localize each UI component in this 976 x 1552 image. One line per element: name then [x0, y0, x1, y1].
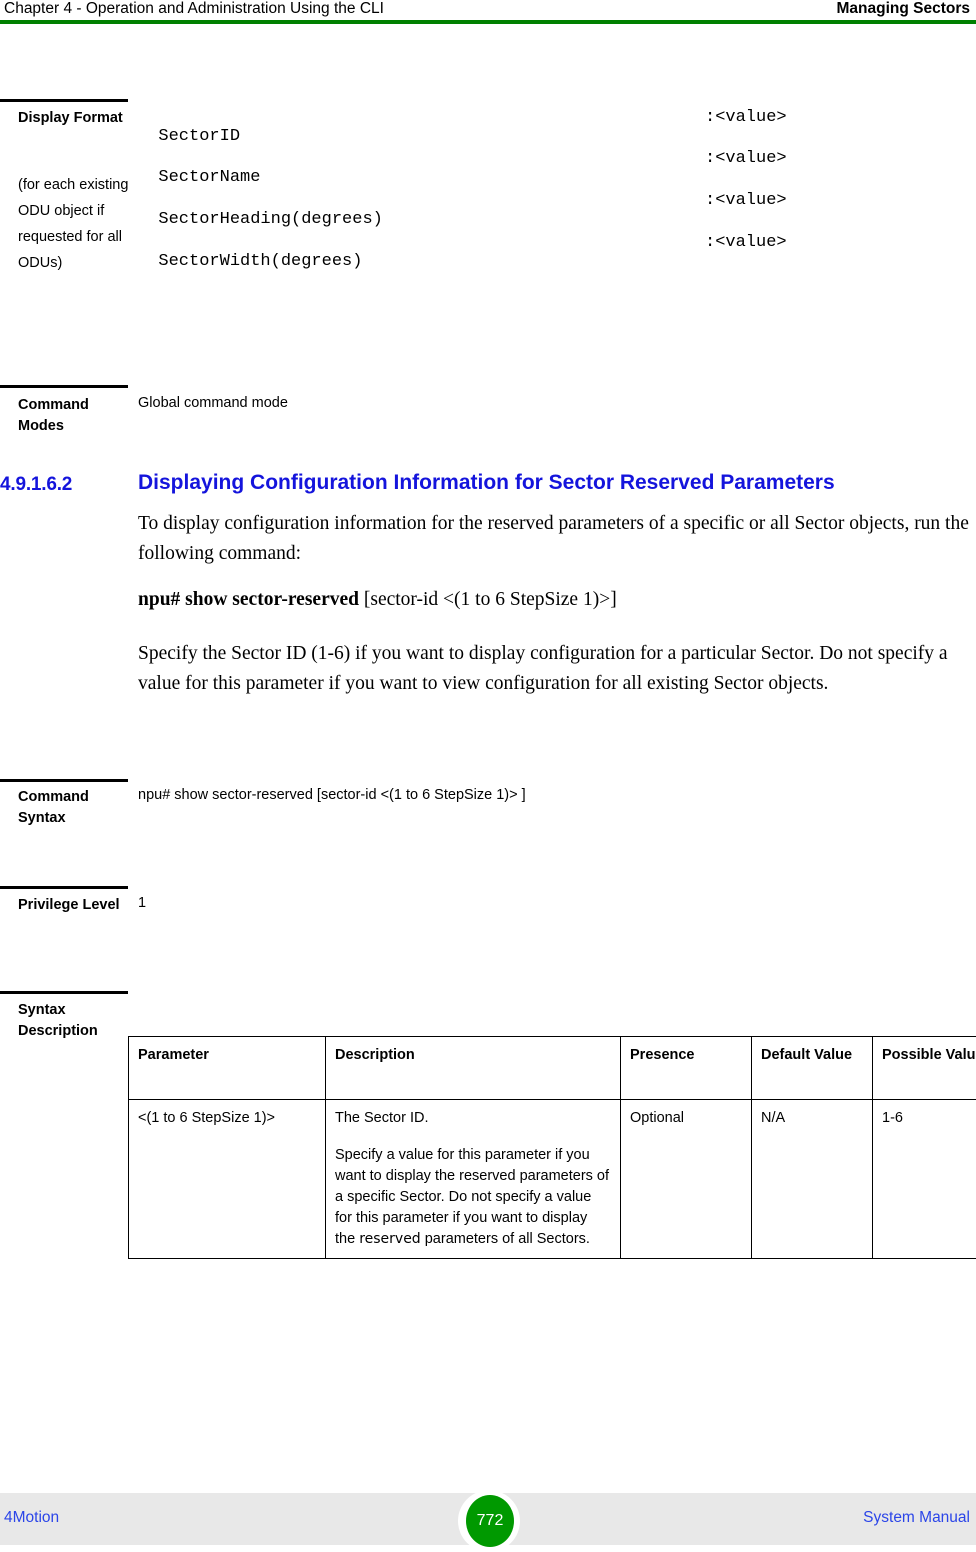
syntax-description-label: Syntax Description	[18, 1000, 130, 1042]
header-green-rule	[0, 20, 976, 24]
display-format-value: :<value>	[705, 233, 787, 252]
header-section-title: Managing Sectors	[837, 0, 971, 18]
footer-manual-name: System Manual	[863, 1509, 970, 1527]
display-format-key: SectorName	[158, 168, 260, 187]
cell-description: The Sector ID. Specify a value for this …	[326, 1100, 621, 1259]
cell-presence: Optional	[621, 1100, 752, 1259]
display-format-value: :<value>	[705, 149, 787, 168]
column-header-possible-values: Possible Values	[873, 1037, 976, 1100]
display-format-label: Display Format	[18, 108, 130, 129]
footer-product-name: 4Motion	[4, 1509, 59, 1527]
cell-parameter: <(1 to 6 StepSize 1)>	[129, 1100, 326, 1259]
command-syntax-value: npu# show sector-reserved [sector-id <(1…	[138, 787, 526, 803]
intro-paragraph: To display configuration information for…	[138, 509, 974, 569]
display-format-key: SectorID	[158, 127, 240, 146]
display-format-key: SectorWidth(degrees)	[158, 252, 362, 271]
command-modes-label: Command Modes	[18, 395, 130, 437]
desc-text-reserved: reserved	[359, 1231, 421, 1247]
syntax-description-table: Parameter Description Presence Default V…	[128, 1036, 976, 1259]
command-modes-rule	[0, 385, 128, 388]
display-format-key: SectorHeading(degrees)	[158, 210, 382, 229]
page-number-text: 772	[477, 1512, 504, 1530]
desc-text-c: parameters of all Sectors.	[421, 1231, 590, 1247]
command-line: npu# show sector-reserved [sector-id <(1…	[138, 585, 974, 615]
syntax-description-rule	[0, 991, 128, 994]
page-title: Displaying Configuration Information for…	[138, 471, 976, 495]
command-syntax-rule	[0, 779, 128, 782]
command-line-bold: npu# show sector-reserved	[138, 589, 359, 610]
command-modes-value: Global command mode	[138, 395, 288, 411]
privilege-level-rule	[0, 886, 128, 889]
display-format-value: :<value>	[705, 191, 787, 210]
command-syntax-label: Command Syntax	[18, 787, 130, 829]
display-format-value: :<value>	[705, 108, 787, 127]
cell-description-line-2: Specify a value for this parameter if yo…	[335, 1145, 611, 1250]
display-format-note: (for each existing ODU object if request…	[18, 172, 130, 276]
column-header-description: Description	[326, 1037, 621, 1100]
privilege-level-label: Privilege Level	[18, 895, 130, 916]
privilege-level-value: 1	[138, 895, 146, 911]
table-row: <(1 to 6 StepSize 1)> The Sector ID. Spe…	[129, 1100, 976, 1259]
cell-default-value: N/A	[752, 1100, 873, 1259]
section-number: 4.9.1.6.2	[0, 474, 72, 496]
column-header-presence: Presence	[621, 1037, 752, 1100]
command-line-args: [sector-id <(1 to 6 StepSize 1)>]	[359, 589, 617, 610]
header-chapter-title: Chapter 4 - Operation and Administration…	[4, 0, 384, 18]
table-header-row: Parameter Description Presence Default V…	[129, 1037, 976, 1100]
column-header-parameter: Parameter	[129, 1037, 326, 1100]
cell-possible-values: 1-6	[873, 1100, 976, 1259]
page-number-badge: 772	[466, 1495, 514, 1547]
display-format-rule	[0, 99, 128, 102]
detail-paragraph: Specify the Sector ID (1-6) if you want …	[138, 639, 974, 699]
display-format-row: SectorWidth(degrees) :<value>	[138, 233, 838, 290]
cell-description-line-1: The Sector ID.	[335, 1108, 611, 1129]
column-header-default-value: Default Value	[752, 1037, 873, 1100]
